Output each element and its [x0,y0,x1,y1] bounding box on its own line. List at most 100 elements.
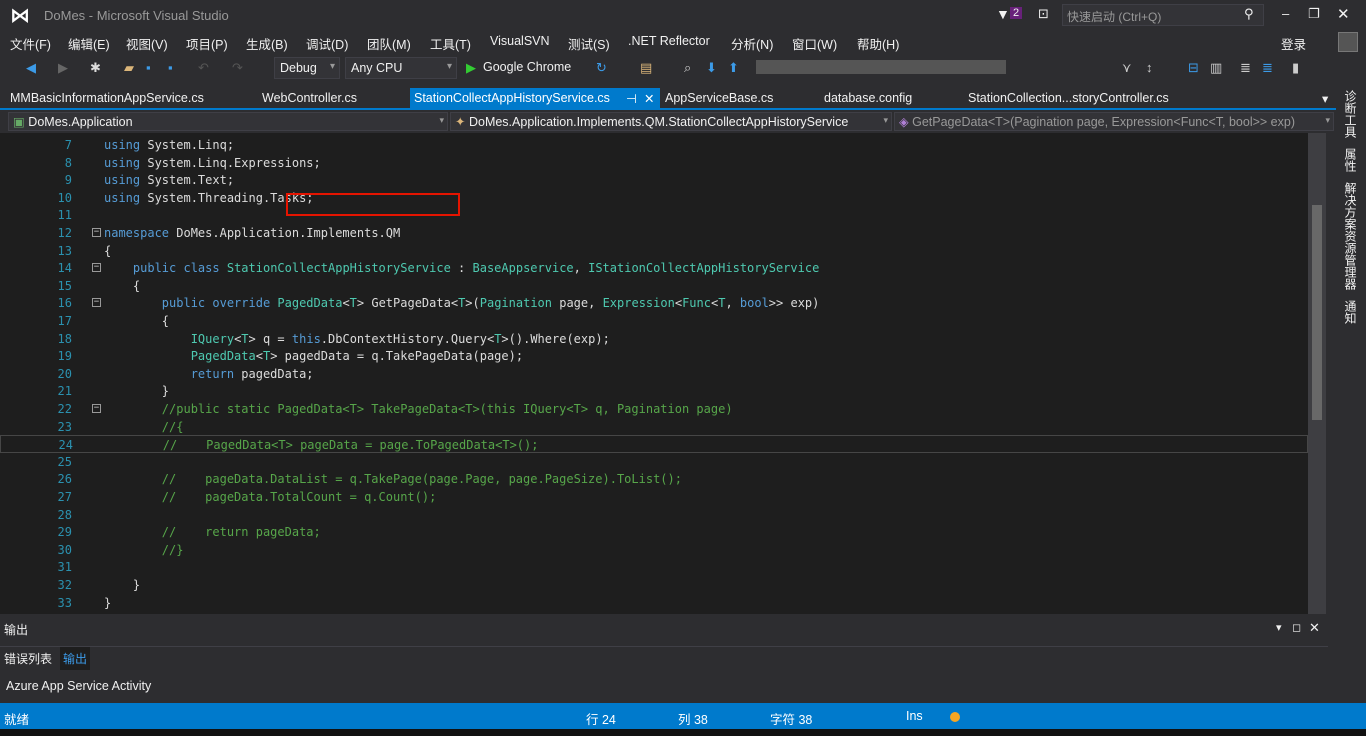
back-icon[interactable]: ◀ [26,60,36,76]
tab-overflow-icon[interactable]: ▾ [1322,88,1328,109]
tab-stationcollection-controller[interactable]: StationCollection...storyController.cs [968,88,1169,109]
code-line[interactable]: 22 − //public static PagedData<T> TakePag… [0,400,1308,418]
feedback-icon[interactable]: ⊡ [1038,6,1049,22]
close-tab-icon[interactable]: ✕ [644,91,654,106]
tab-properties[interactable]: 属性 [1342,148,1359,172]
tab-mmbasic[interactable]: MMBasicInformationAppService.cs [10,88,204,109]
tab-appservicebase[interactable]: AppServiceBase.cs [665,88,773,109]
code-line[interactable]: 8 using System.Linq.Expressions; [0,154,1308,172]
refresh-icon[interactable]: ↻ [596,60,607,76]
code-line[interactable]: 11 [0,206,1308,224]
menu-build[interactable]: 生成(B) [246,34,288,53]
find-icon[interactable]: ⌕ [684,60,691,76]
step-out-icon[interactable]: ⬆ [728,60,739,76]
configuration-select[interactable]: Debug [274,57,340,79]
code-line[interactable]: 14 − public class StationCollectAppHistor… [0,259,1308,277]
menu-file[interactable]: 文件(F) [10,34,51,53]
code-line[interactable]: 30 //} [0,541,1308,559]
pin-icon[interactable]: ⊣ [626,91,637,106]
merge-icon[interactable]: ⋎ [1122,60,1132,76]
tab-solution-explorer[interactable]: 解决方案资源管理器 [1342,182,1359,290]
panel-menu-icon[interactable]: ▾ [1276,621,1282,634]
tab-output[interactable]: 输出 [60,647,91,670]
scrollbar-thumb[interactable] [1312,205,1322,420]
close-panel-icon[interactable]: ✕ [1309,620,1320,636]
browser-link-icon[interactable]: ▤ [640,60,652,76]
minimize-button[interactable]: ‒ [1282,6,1289,21]
menu-debug[interactable]: 调试(D) [306,34,348,53]
quick-launch-input[interactable]: 快速启动 (Ctrl+Q) [1062,4,1264,26]
collapse-icon[interactable]: − [92,298,101,308]
code-line[interactable]: 12 − namespace DoMes.Application.Implement… [0,224,1308,242]
code-line[interactable]: 28 [0,506,1308,524]
code-line[interactable]: 18 IQuery<T> q = this.DbContextHistory.Q… [0,330,1308,348]
platform-select[interactable]: Any CPU [345,57,457,79]
code-line[interactable]: 33} [0,594,1308,612]
code-editor[interactable]: 7 using System.Linq; 8 using System.Linq.Ex… [0,133,1308,614]
restore-button[interactable]: ❐ [1308,6,1320,22]
type-dropdown[interactable]: ✦ DoMes.Application.Implements.QM.Statio… [450,112,892,131]
code-line[interactable]: 16− public override PagedData<T> GetPage… [0,294,1308,312]
sort-icon[interactable]: ↕ [1146,60,1153,75]
menu-tools[interactable]: 工具(T) [430,34,471,53]
signin-link[interactable]: 登录 [1281,34,1306,53]
code-line[interactable]: 19 PagedData<T> pagedData = q.TakePageDa… [0,347,1308,365]
code-line[interactable]: 23 //{ [0,418,1308,436]
step-into-icon[interactable]: ⬇ [706,60,717,76]
code-line[interactable]: 24 // PagedData<T> pageData = page.ToPag… [0,435,1308,454]
code-line[interactable]: 32 } [0,576,1308,594]
code-line[interactable]: 9 using System.Text; [0,171,1308,189]
forward-icon[interactable]: ▶ [58,60,68,76]
menu-analyze[interactable]: 分析(N) [731,34,773,53]
menu-view[interactable]: 视图(V) [126,34,168,53]
code-line[interactable]: 21 } [0,382,1308,400]
play-icon[interactable]: ▶ [466,60,476,76]
code-line[interactable]: 17 { [0,312,1308,330]
new-project-icon[interactable]: ✱ [90,60,101,76]
menu-test[interactable]: 测试(S) [568,34,610,53]
azure-activity-tab[interactable]: Azure App Service Activity [6,679,151,693]
save-all-icon[interactable]: ▪ [168,60,173,75]
close-button[interactable]: ✕ [1337,5,1350,23]
comment-icon[interactable]: ≣ [1240,60,1251,76]
tab-notifications[interactable]: 通知 [1342,300,1359,324]
code-line[interactable]: 26 // pageData.DataList = q.TakePage(pag… [0,470,1308,488]
bookmark-icon[interactable]: ▮ [1292,60,1299,76]
uncomment-icon[interactable]: ≣ [1262,60,1273,76]
collapse-icon[interactable]: − [92,263,101,273]
code-line[interactable]: 15 { [0,277,1308,295]
code-line[interactable]: 10 using System.Threading.Tasks; [0,189,1308,207]
tab-webcontroller[interactable]: WebController.cs [262,88,357,109]
run-target-button[interactable]: Google Chrome [483,60,571,74]
collapse-icon[interactable]: − [92,404,101,413]
code-line[interactable]: 7 using System.Linq; [0,136,1308,154]
columns-icon[interactable]: ▥ [1210,60,1222,76]
code-line[interactable]: 25 [0,453,1308,471]
tab-database-config[interactable]: database.config [824,88,912,109]
redo-icon[interactable]: ↷ [232,60,243,76]
collapse-icon[interactable]: − [92,228,101,237]
tab-stationcollect-service[interactable]: StationCollectAppHistoryService.cs ⊣ ✕ [410,88,660,109]
notification-badge[interactable]: 2 [1010,7,1023,19]
code-line[interactable]: 13 { [0,242,1308,260]
code-line[interactable]: 29 // return pageData; [0,523,1308,541]
menu-project[interactable]: 项目(P) [186,34,228,53]
tab-error-list[interactable]: 错误列表 [4,650,52,667]
code-line[interactable]: 27 // pageData.TotalCount = q.Count(); [0,488,1308,506]
open-icon[interactable]: ▰ [124,60,134,76]
project-dropdown[interactable]: ▣ DoMes.Application [8,112,448,131]
filter-icon[interactable]: ▼ [996,6,1010,22]
menu-edit[interactable]: 编辑(E) [68,34,110,53]
menu-reflector[interactable]: .NET Reflector [628,34,710,48]
menu-team[interactable]: 团队(M) [367,34,411,53]
code-line[interactable]: 31 [0,558,1308,576]
tab-diagnostic-tools[interactable]: 诊断工具 [1342,90,1359,138]
avatar[interactable] [1338,32,1358,52]
save-icon[interactable]: ▪ [146,60,151,75]
code-line[interactable]: 20 return pagedData; [0,365,1308,383]
menu-window[interactable]: 窗口(W) [792,34,837,53]
menu-visualsvn[interactable]: VisualSVN [490,34,550,48]
maximize-panel-icon[interactable]: ◻ [1292,621,1301,634]
indent-icon[interactable]: ⊟ [1188,60,1199,76]
undo-icon[interactable]: ↶ [198,60,209,76]
